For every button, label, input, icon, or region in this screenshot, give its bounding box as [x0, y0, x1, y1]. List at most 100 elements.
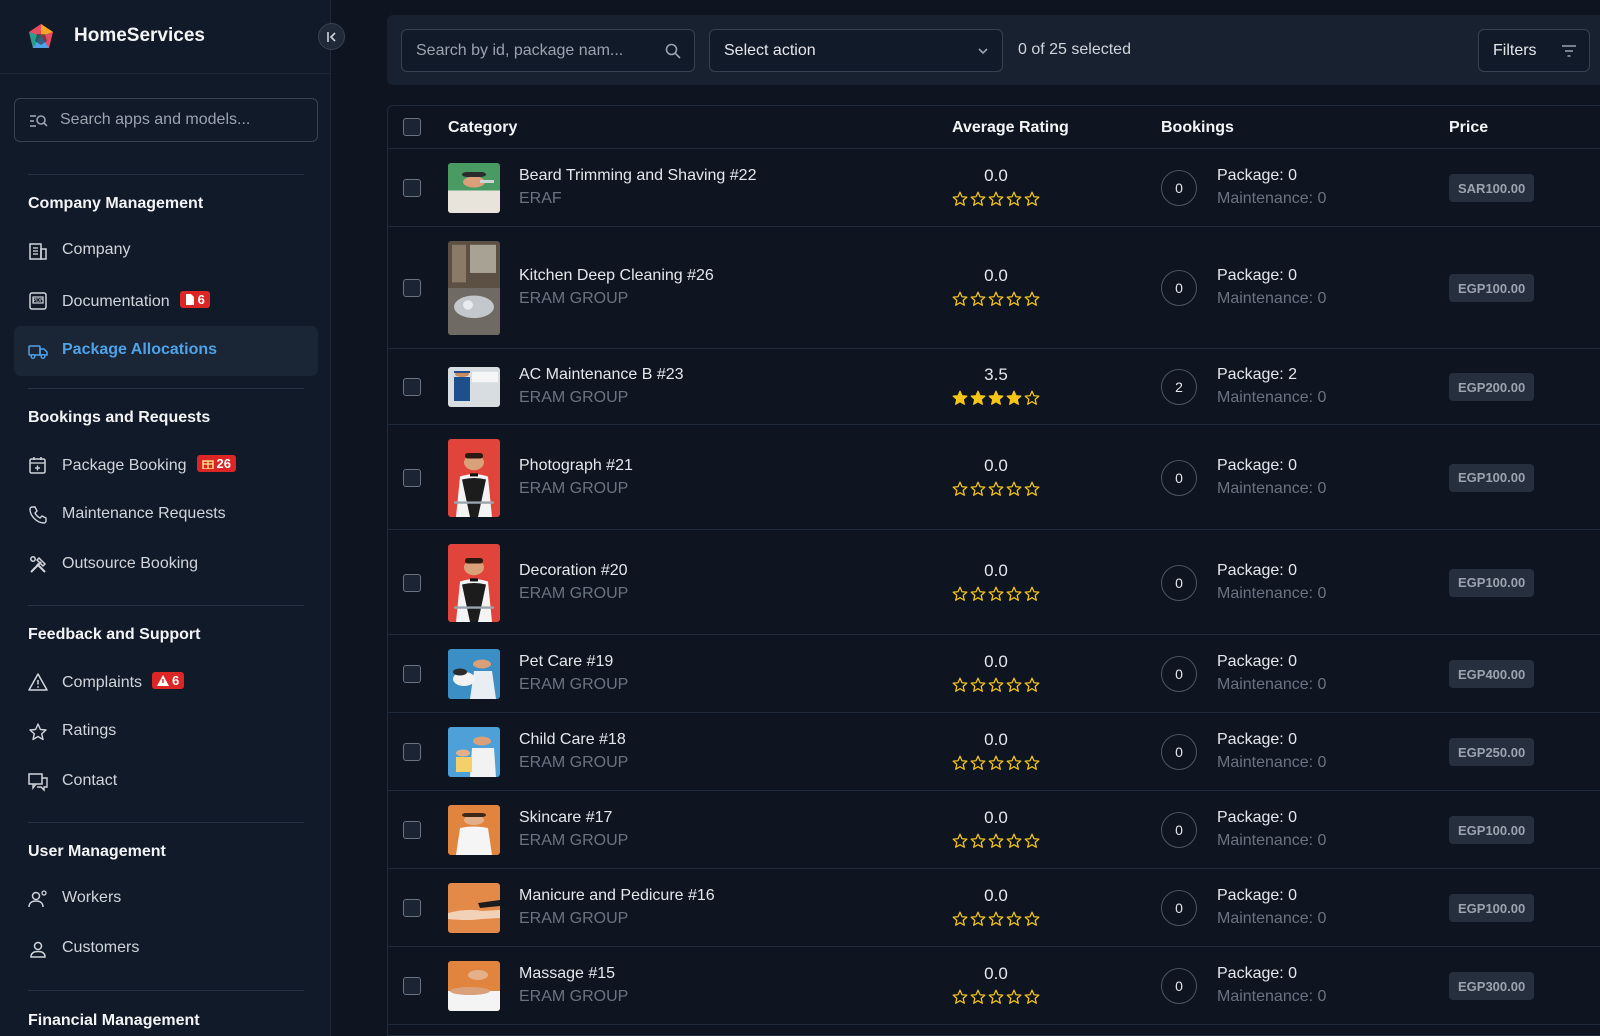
table-row[interactable]: Manicure and Pedicure #16 ERAM GROUP 0.0 0 P… — [388, 869, 1600, 947]
row-checkbox[interactable] — [403, 899, 421, 917]
filters-label: Filters — [1493, 42, 1537, 59]
search-icon — [665, 43, 681, 59]
table-row[interactable]: AC Maintenance B #23 ERAM GROUP 3.5 2 Packag… — [388, 349, 1600, 425]
row-checkbox[interactable] — [403, 977, 421, 995]
rating-star-icon — [1006, 586, 1022, 607]
sidebar-search-input[interactable]: Search apps and models... — [14, 98, 318, 142]
category-name[interactable]: Manicure and Pedicure #16 — [519, 887, 715, 905]
rating-star-icon — [1006, 833, 1022, 854]
column-header-bookings[interactable]: Bookings — [1161, 119, 1234, 137]
row-checkbox[interactable] — [403, 279, 421, 297]
company-name: ERAM GROUP — [519, 479, 629, 497]
rating-star-icon — [1024, 911, 1040, 932]
sidebar-item-company[interactable]: Company — [14, 226, 318, 276]
package-search-input[interactable]: Search by id, package nam... — [401, 29, 695, 72]
category-name[interactable]: Beard Trimming and Shaving #22 — [519, 167, 756, 185]
sidebar-item-ratings[interactable]: Ratings — [14, 707, 318, 757]
sidebar-item-label: Package Allocations — [62, 341, 218, 358]
category-name[interactable]: AC Maintenance B #23 — [519, 366, 684, 384]
rating-star-icon — [1024, 390, 1040, 411]
sidebar-item-label: Documentation — [62, 293, 170, 310]
sidebar-item-package-booking[interactable]: Package Booking 26 — [14, 440, 318, 490]
row-checkbox[interactable] — [403, 468, 421, 487]
row-checkbox[interactable] — [403, 743, 421, 761]
column-header-price[interactable]: Price — [1449, 119, 1488, 137]
row-checkbox[interactable] — [403, 821, 421, 839]
rating-stars — [952, 677, 1040, 698]
sidebar-item-customers[interactable]: Customers — [14, 924, 318, 974]
company-name: ERAF — [519, 190, 562, 207]
category-thumbnail — [448, 727, 500, 777]
price-badge: EGP100.00 — [1449, 463, 1535, 492]
rating-star-icon — [1024, 677, 1040, 698]
rating-star-icon — [970, 911, 986, 932]
company-name: ERAM GROUP — [519, 290, 629, 307]
column-header-category[interactable]: Category — [448, 119, 517, 137]
rating-star-icon — [1024, 291, 1040, 312]
company-name: ERAM GROUP — [519, 832, 629, 849]
package-bookings: Package: 0 — [1217, 653, 1298, 670]
table-row[interactable]: Beard Trimming and Shaving #22 ERAF 0.0 0 Pa… — [388, 149, 1600, 227]
category-name[interactable]: Decoration #20 — [519, 562, 628, 580]
row-checkbox[interactable] — [403, 378, 421, 396]
collapse-sidebar-button[interactable] — [318, 23, 345, 50]
section-title-company-management: Company Management — [28, 195, 204, 212]
bulk-action-select[interactable]: Select action — [709, 29, 1003, 72]
sidebar-item-maintenance-requests[interactable]: Maintenance Requests — [14, 490, 318, 540]
average-rating-value: 0.0 — [984, 808, 1008, 827]
average-rating-value: 0.0 — [984, 730, 1008, 749]
category-thumbnail — [448, 241, 500, 335]
bookings-count: 0 — [1161, 968, 1197, 1004]
row-checkbox[interactable] — [403, 179, 421, 197]
category-name[interactable]: Massage #15 — [519, 965, 615, 983]
average-rating-value: 0.0 — [984, 560, 1008, 580]
table-row[interactable]: Massage #15 ERAM GROUP 0.0 0 Package: 0 Maint… — [388, 947, 1600, 1025]
price-badge: EGP400.00 — [1449, 660, 1535, 688]
table-row[interactable]: Child Care #18 ERAM GROUP 0.0 0 Package: 0 Ma… — [388, 713, 1600, 791]
sidebar-item-package-allocations[interactable]: Package Allocations — [14, 326, 318, 376]
table-row[interactable]: Pet Care #19 ERAM GROUP 0.0 0 Package: 0 Main… — [388, 635, 1600, 713]
package-bookings: Package: 0 — [1217, 965, 1298, 982]
rating-star-icon — [1006, 191, 1022, 212]
average-rating-value: 0.0 — [984, 166, 1008, 185]
average-rating-value: 0.0 — [984, 455, 1008, 475]
table-row[interactable]: Kitchen Deep Cleaning #26 ERAM GROUP 0.0 0 P… — [388, 227, 1600, 349]
sidebar-item-workers[interactable]: Workers — [14, 874, 318, 924]
rating-star-icon — [988, 586, 1004, 607]
category-name[interactable]: Child Care #18 — [519, 731, 626, 749]
maintenance-bookings: Maintenance: 0 — [1217, 676, 1327, 693]
average-rating-value: 3.5 — [984, 365, 1008, 384]
category-name[interactable]: Photograph #21 — [519, 457, 633, 475]
price-badge: EGP250.00 — [1449, 738, 1535, 766]
sidebar-item-contact[interactable]: Contact — [14, 757, 318, 807]
rating-star-icon — [1006, 911, 1022, 932]
column-header-average-rating[interactable]: Average Rating — [952, 119, 1069, 137]
package-booking-count-badge: 26 — [196, 455, 236, 472]
app-logo-icon — [29, 24, 53, 48]
rating-star-icon — [970, 586, 986, 607]
average-rating-value: 0.0 — [984, 266, 1008, 285]
sidebar-item-complaints[interactable]: Complaints 6 — [14, 657, 318, 707]
rating-star-icon — [1024, 481, 1040, 502]
rating-star-icon — [988, 833, 1004, 854]
filters-button[interactable]: Filters — [1478, 29, 1590, 72]
category-name[interactable]: Skincare #17 — [519, 809, 612, 827]
filter-icon — [1562, 45, 1576, 57]
rating-star-icon — [970, 390, 986, 411]
row-checkbox[interactable] — [403, 665, 421, 683]
sidebar-item-outsource-booking[interactable]: Outsource Booking — [14, 540, 318, 590]
rating-star-icon — [1024, 989, 1040, 1010]
package-bookings: Package: 0 — [1217, 731, 1298, 748]
pdf-document-icon: PDF — [29, 292, 47, 310]
price-badge: SAR100.00 — [1449, 174, 1535, 202]
category-name[interactable]: Pet Care #19 — [519, 653, 613, 671]
table-row[interactable]: Skincare #17 ERAM GROUP 0.0 0 Package: 0 Main… — [388, 791, 1600, 869]
sidebar-item-documentation[interactable]: PDF Documentation 6 — [14, 276, 318, 326]
category-name[interactable]: Kitchen Deep Cleaning #26 — [519, 267, 714, 285]
rating-star-icon — [988, 390, 1004, 411]
select-all-checkbox[interactable] — [403, 118, 421, 136]
price-badge: EGP100.00 — [1449, 816, 1535, 844]
row-checkbox[interactable] — [403, 573, 421, 592]
table-row[interactable]: Photograph #21 ERAM GROUP 0.0 0 Package: 0 Ma… — [388, 425, 1600, 530]
table-row[interactable]: Decoration #20 ERAM GROUP 0.0 0 Package: 0 Ma… — [388, 530, 1600, 635]
